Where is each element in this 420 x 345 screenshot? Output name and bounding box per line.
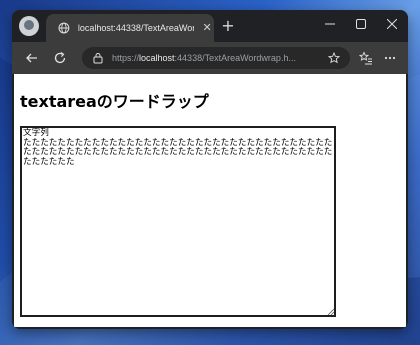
browser-tab[interactable]: localhost:44338/TextAreaWordwrap ✕ [46,14,214,42]
url-path: :44338/TextAreaWordwrap.h... [174,53,296,63]
refresh-icon[interactable] [52,50,68,66]
favorites-icon[interactable] [358,50,374,66]
close-icon[interactable]: ✕ [200,21,214,35]
profile-avatar[interactable] [19,16,39,36]
tab-title: localhost:44338/TextAreaWordwrap [77,23,194,33]
title-bar: localhost:44338/TextAreaWordwrap ✕ + [12,10,408,42]
url-host: localhost [139,53,175,63]
lock-icon[interactable] [92,52,104,64]
url-scheme: https:// [112,53,140,63]
maximize-icon[interactable] [345,10,377,38]
star-icon[interactable] [328,52,340,64]
resize-grip-icon[interactable] [327,308,335,316]
minimize-icon[interactable] [314,10,346,38]
close-window-icon[interactable] [376,10,408,38]
page-title: textareaのワードラップ [20,92,209,111]
navigation-toolbar: https://localhost:44338/TextAreaWordwrap… [12,42,408,74]
url-text: https://localhost:44338/TextAreaWordwrap… [112,52,312,64]
text-area[interactable] [20,126,336,317]
more-icon[interactable] [382,50,398,66]
back-icon[interactable] [24,50,40,66]
address-bar[interactable]: https://localhost:44338/TextAreaWordwrap… [82,47,350,69]
plus-icon[interactable]: + [220,18,236,34]
page-content: textareaのワードラップ [14,74,406,327]
browser-window: localhost:44338/TextAreaWordwrap ✕ + htt… [12,10,408,329]
globe-icon [58,22,70,34]
